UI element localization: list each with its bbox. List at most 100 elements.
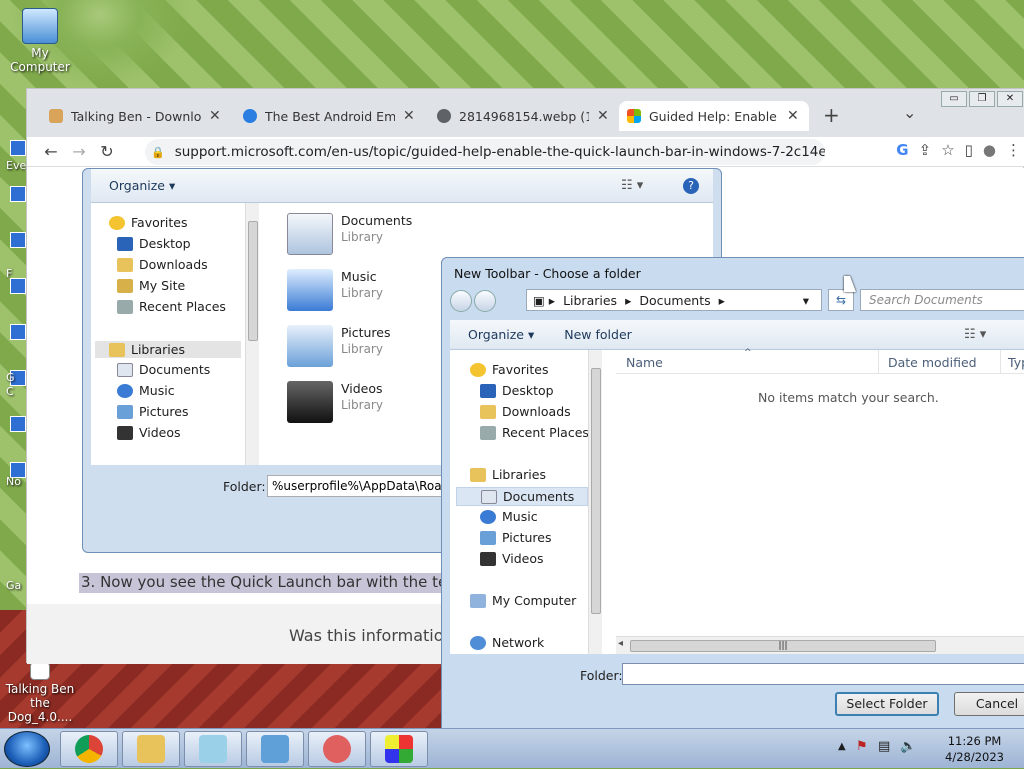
tab-talking-ben[interactable]: Talking Ben - Download ✕ <box>41 101 229 131</box>
share-icon[interactable]: ⇪ <box>919 141 932 159</box>
nav-scrollbar[interactable] <box>245 203 259 465</box>
shortcut-icon[interactable] <box>10 140 26 156</box>
address-bar[interactable]: 🔒 support.microsoft.com/en-us/topic/guid… <box>145 139 825 165</box>
tab-android-emulator[interactable]: The Best Android Emula ✕ <box>235 101 423 131</box>
shortcut-icon[interactable] <box>10 232 26 248</box>
new-tab-button[interactable]: + <box>823 103 840 127</box>
taskbar-notepad[interactable] <box>184 731 242 767</box>
libraries-icon <box>109 342 125 357</box>
search-input[interactable]: Search Documents <box>860 289 1024 311</box>
view-icon[interactable]: ☷ ▾ <box>621 178 643 193</box>
nav-favorites[interactable]: Favorites <box>470 362 548 377</box>
nav-downloads[interactable]: Downloads <box>117 257 208 272</box>
shortcut-icon[interactable] <box>10 278 26 294</box>
nav-videos[interactable]: Videos <box>480 551 544 566</box>
close-icon[interactable]: ✕ <box>597 108 609 124</box>
nav-desktop[interactable]: Desktop <box>117 236 191 251</box>
nav-documents[interactable]: Documents <box>117 362 210 377</box>
nav-libraries[interactable]: Libraries <box>470 467 546 482</box>
cancel-button[interactable]: Cancel <box>954 692 1024 716</box>
chevron-down-icon[interactable]: ▾ <box>803 293 809 308</box>
nav-my-site[interactable]: My Site <box>117 278 185 293</box>
help-icon[interactable]: ? <box>683 177 699 194</box>
scrollbar-thumb[interactable] <box>248 221 258 341</box>
nav-documents[interactable]: Documents <box>456 487 588 506</box>
taskbar-chrome[interactable] <box>60 731 118 767</box>
forward-button[interactable]: → <box>65 142 93 161</box>
nav-downloads[interactable]: Downloads <box>480 404 571 419</box>
taskbar-snipping[interactable] <box>308 731 366 767</box>
library-music[interactable]: Music Library <box>287 269 383 311</box>
reload-button[interactable]: ↻ <box>93 142 121 161</box>
shortcut-icon[interactable] <box>10 416 26 432</box>
mouse-cursor-icon <box>844 276 856 292</box>
close-icon[interactable]: ✕ <box>403 108 415 124</box>
back-button[interactable]: ← <box>37 142 65 161</box>
scrollbar-thumb[interactable] <box>591 368 601 614</box>
close-window-button[interactable]: ✕ <box>997 91 1023 107</box>
library-videos[interactable]: Videos Library <box>287 381 383 423</box>
new-folder-button[interactable]: New folder <box>564 327 632 342</box>
profile-icon[interactable]: ● <box>983 141 996 159</box>
nav-pictures[interactable]: Pictures <box>117 404 189 419</box>
nav-scrollbar[interactable] <box>588 350 602 654</box>
nav-favorites[interactable]: Favorites <box>109 215 187 230</box>
forward-arrow-icon[interactable] <box>474 290 496 312</box>
nav-music[interactable]: Music <box>480 509 538 524</box>
nav-desktop[interactable]: Desktop <box>480 383 554 398</box>
start-button[interactable] <box>4 731 50 767</box>
maximize-button[interactable]: ❐ <box>969 91 995 107</box>
minimize-button[interactable]: ▭ <box>941 91 967 107</box>
nav-my-computer[interactable]: My Computer <box>470 593 576 608</box>
action-center-icon[interactable]: ⚑ <box>856 739 868 754</box>
desktop-icon-my-computer[interactable]: My Computer <box>0 8 80 74</box>
library-documents[interactable]: Documents Library <box>287 213 412 255</box>
refresh-icon[interactable]: ⇆ <box>828 289 854 311</box>
shortcut-icon[interactable] <box>10 186 26 202</box>
nav-pictures[interactable]: Pictures <box>480 530 552 545</box>
column-date-modified[interactable]: Date modified <box>888 355 977 370</box>
column-name[interactable]: Name <box>626 355 663 370</box>
breadcrumb[interactable]: ▣ ▸ Libraries ▸ Documents ▸ ▾ <box>526 289 822 311</box>
view-options-icon[interactable]: ☷ ▾ <box>964 327 986 342</box>
taskbar-explorer[interactable] <box>122 731 180 767</box>
side-panel-icon[interactable]: ▯ <box>965 141 973 159</box>
tab-webp-image[interactable]: 2814968154.webp (1020 ✕ <box>429 101 617 131</box>
nav-music[interactable]: Music <box>117 383 175 398</box>
tab-guided-help[interactable]: Guided Help: Enable the ✕ <box>619 101 809 131</box>
column-type[interactable]: Typ <box>1008 355 1024 370</box>
close-icon[interactable]: ✕ <box>209 108 221 124</box>
library-pictures[interactable]: Pictures Library <box>287 325 391 367</box>
empty-message: No items match your search. <box>758 390 939 405</box>
scroll-left-icon[interactable]: ◂ <box>618 638 623 649</box>
menu-icon[interactable]: ⋮ <box>1006 141 1021 159</box>
show-hidden-icons[interactable]: ▲ <box>838 741 846 752</box>
scrollbar-thumb[interactable]: ||| <box>630 640 936 652</box>
breadcrumb-documents[interactable]: Documents <box>639 293 710 308</box>
close-icon[interactable]: ✕ <box>787 108 799 124</box>
google-lens-icon[interactable]: G <box>896 141 908 159</box>
breadcrumb-libraries[interactable]: Libraries <box>563 293 617 308</box>
nav-network[interactable]: Network <box>470 635 544 650</box>
nav-libraries[interactable]: Libraries <box>95 341 241 358</box>
choose-folder-dialog: New Toolbar - Choose a folder ▣ ▸ Librar… <box>441 257 1024 731</box>
shortcut-icon[interactable] <box>10 324 26 340</box>
network-tray-icon[interactable]: ▤ <box>878 739 890 754</box>
organize-button[interactable]: Organize ▾ <box>468 327 534 342</box>
lock-icon[interactable]: 🔒 <box>151 146 165 159</box>
desktop-icon-talking-ben[interactable]: Talking Ben the Dog_4.0.... <box>0 662 80 724</box>
bookmark-star-icon[interactable]: ☆ <box>941 141 954 159</box>
back-arrow-icon[interactable] <box>450 290 472 312</box>
clock[interactable]: 11:26 PM 4/28/2023 <box>945 733 1004 765</box>
nav-recent-places[interactable]: Recent Places <box>117 299 226 314</box>
taskbar-paint[interactable] <box>370 731 428 767</box>
volume-icon[interactable]: 🔈 <box>900 739 916 754</box>
select-folder-button[interactable]: Select Folder <box>835 692 939 716</box>
organize-button[interactable]: Organize ▾ <box>109 178 175 193</box>
horizontal-scrollbar[interactable]: ◂ ||| <box>616 636 1024 654</box>
tab-search-button[interactable]: ⌄ <box>903 103 916 122</box>
nav-videos[interactable]: Videos <box>117 425 181 440</box>
folder-input[interactable] <box>622 663 1024 685</box>
taskbar-control-panel[interactable] <box>246 731 304 767</box>
nav-recent-places[interactable]: Recent Places <box>480 425 589 440</box>
